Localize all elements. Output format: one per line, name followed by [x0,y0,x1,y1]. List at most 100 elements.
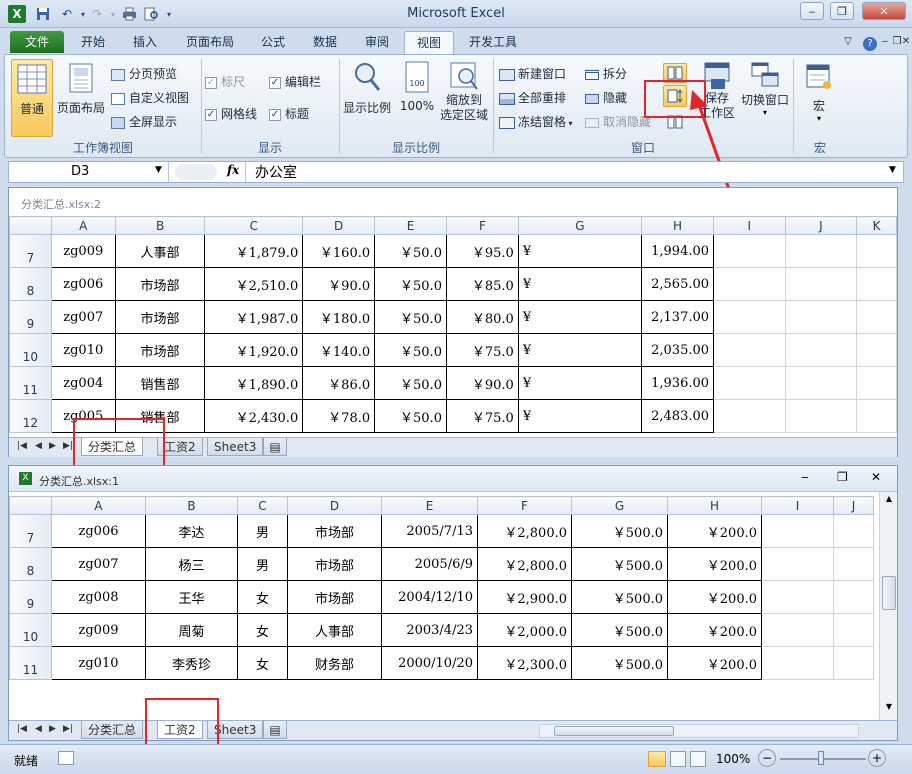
cell[interactable]: 财务部 [287,646,382,680]
row-header[interactable]: 9 [9,580,52,614]
cell[interactable]: ￥1,987.0 [204,300,304,334]
horizontal-scroll-thumb[interactable] [554,726,674,736]
customize-icon[interactable]: ▾ [160,5,178,23]
cell[interactable]: 人事部 [287,613,382,647]
sheet-tab-summary[interactable]: 分类汇总 [81,721,144,739]
page-break-status-icon[interactable] [690,751,706,767]
column-header[interactable]: K [856,216,897,235]
empty-cell[interactable] [761,514,834,548]
cell[interactable]: ￥2,430.0 [204,399,304,433]
split-button[interactable]: 拆分 [585,65,627,82]
help-icon[interactable]: ? [862,31,878,53]
empty-cell[interactable] [713,300,786,334]
empty-cell[interactable] [833,514,874,548]
scroll-down-icon[interactable]: ▼ [882,702,896,716]
next-sheet-icon[interactable]: ▶ [49,441,56,451]
column-header[interactable]: I [713,216,786,235]
cell[interactable]: ￥200.0 [667,514,762,548]
cell[interactable]: zg009 [51,613,146,647]
empty-cell[interactable] [713,267,786,301]
column-header[interactable]: H [641,216,715,235]
empty-cell[interactable] [784,300,858,334]
cell[interactable]: 2003/4/23 [381,613,478,647]
cell[interactable]: 杨三 [145,547,238,581]
cell[interactable]: ￥2,800.0 [477,514,572,548]
column-header[interactable]: A [51,496,146,515]
cell[interactable]: ￥1,890.0 [204,366,304,400]
cell[interactable]: 人事部 [114,234,206,268]
macros-button[interactable]: 宏 ▾ [799,59,839,137]
cell[interactable]: ￥500.0 [571,514,668,548]
column-header[interactable]: J [833,496,874,515]
prev-sheet-icon[interactable]: ◀ [35,441,42,451]
custom-views-button[interactable]: 自定义视图 [111,89,189,106]
cell[interactable]: ￥75.0 [445,399,519,433]
tab-review[interactable]: 审阅 [354,31,400,53]
insert-sheet-icon[interactable]: ▤ [263,721,287,739]
collapse-ribbon-icon[interactable]: ▽ [840,31,856,53]
empty-cell[interactable] [856,399,897,433]
cell[interactable]: ￥200.0 [667,646,762,680]
cell[interactable]: 周菊 [145,613,238,647]
column-header[interactable]: G [571,496,668,515]
cell[interactable]: ￥86.0 [302,366,376,400]
zoom-button[interactable]: 显示比例 [341,59,393,137]
empty-cell[interactable] [713,333,786,367]
tab-home[interactable]: 开始 [70,31,116,53]
minimize-button[interactable]: ‒ [800,2,824,20]
tab-page-layout[interactable]: 页面布局 [176,31,244,53]
formula-bar-checkbox[interactable]: ✓ 编辑栏 [269,73,321,90]
scroll-up-icon[interactable]: ▲ [882,494,896,508]
cell[interactable]: ￥2,800.0 [477,547,572,581]
tab-insert[interactable]: 插入 [120,31,170,53]
arrange-all-button[interactable]: 全部重排 [499,89,566,106]
cell[interactable]: 2,137.00 [641,300,715,334]
cell[interactable]: ￥78.0 [302,399,376,433]
insert-sheet-icon[interactable]: ▤ [263,438,287,456]
worksheet-grid-2[interactable]: A B C D E F G H I J K 7 zg009 人事部 ￥1,879.0 ￥… [9,216,897,438]
cell[interactable]: ￥80.0 [445,300,519,334]
formula-bar-expander[interactable] [175,164,217,180]
row-header[interactable]: 11 [9,646,52,680]
hide-button[interactable]: 隐藏 [585,89,627,106]
cell[interactable]: zg004 [50,366,116,400]
window-minimize-icon[interactable]: ‒ [801,470,809,484]
vertical-scroll-thumb[interactable] [882,576,896,610]
worksheet-grid-1[interactable]: A B C D E F G H I J 7 zg006 李达男市场部 2005/7/1… [9,496,879,720]
print-icon[interactable] [120,5,138,23]
cell[interactable]: 2,035.00 [641,333,715,367]
cell[interactable]: ¥ [517,333,643,367]
row-header[interactable]: 7 [9,234,52,268]
cell[interactable]: ￥2,000.0 [477,613,572,647]
empty-cell[interactable] [761,613,834,647]
empty-cell[interactable] [856,333,897,367]
vertical-scrollbar[interactable]: ▲ ▼ [879,492,897,720]
zoom-level[interactable]: 100% [716,752,750,766]
normal-view-status-icon[interactable] [648,751,666,767]
column-header[interactable]: B [145,496,238,515]
column-header[interactable]: C [237,496,288,515]
window-close-icon[interactable]: ✕ [871,470,881,484]
column-header[interactable]: D [287,496,382,515]
cell[interactable]: ￥500.0 [571,646,668,680]
column-header[interactable]: I [761,496,834,515]
column-header[interactable]: F [445,216,519,235]
cell[interactable]: 2005/6/9 [381,547,478,581]
gridlines-checkbox[interactable]: ✓ 网格线 [205,105,257,122]
cell[interactable]: ￥500.0 [571,547,668,581]
cell[interactable]: ￥180.0 [302,300,376,334]
empty-cell[interactable] [784,366,858,400]
formula-expand-icon[interactable]: ▼ [889,165,896,175]
row-header[interactable]: 12 [9,399,52,433]
cell[interactable]: zg007 [51,547,146,581]
cell[interactable]: 2,483.00 [641,399,715,433]
zoom-in-button[interactable]: + [868,749,886,767]
first-sheet-icon[interactable]: |◀ [17,441,27,451]
zoom-out-button[interactable]: − [758,749,776,767]
row-header[interactable]: 8 [9,267,52,301]
cell[interactable]: ￥500.0 [571,580,668,614]
select-all-corner[interactable] [9,496,52,515]
empty-cell[interactable] [833,613,874,647]
cell[interactable]: ￥200.0 [667,547,762,581]
cell[interactable]: 女 [237,646,288,680]
